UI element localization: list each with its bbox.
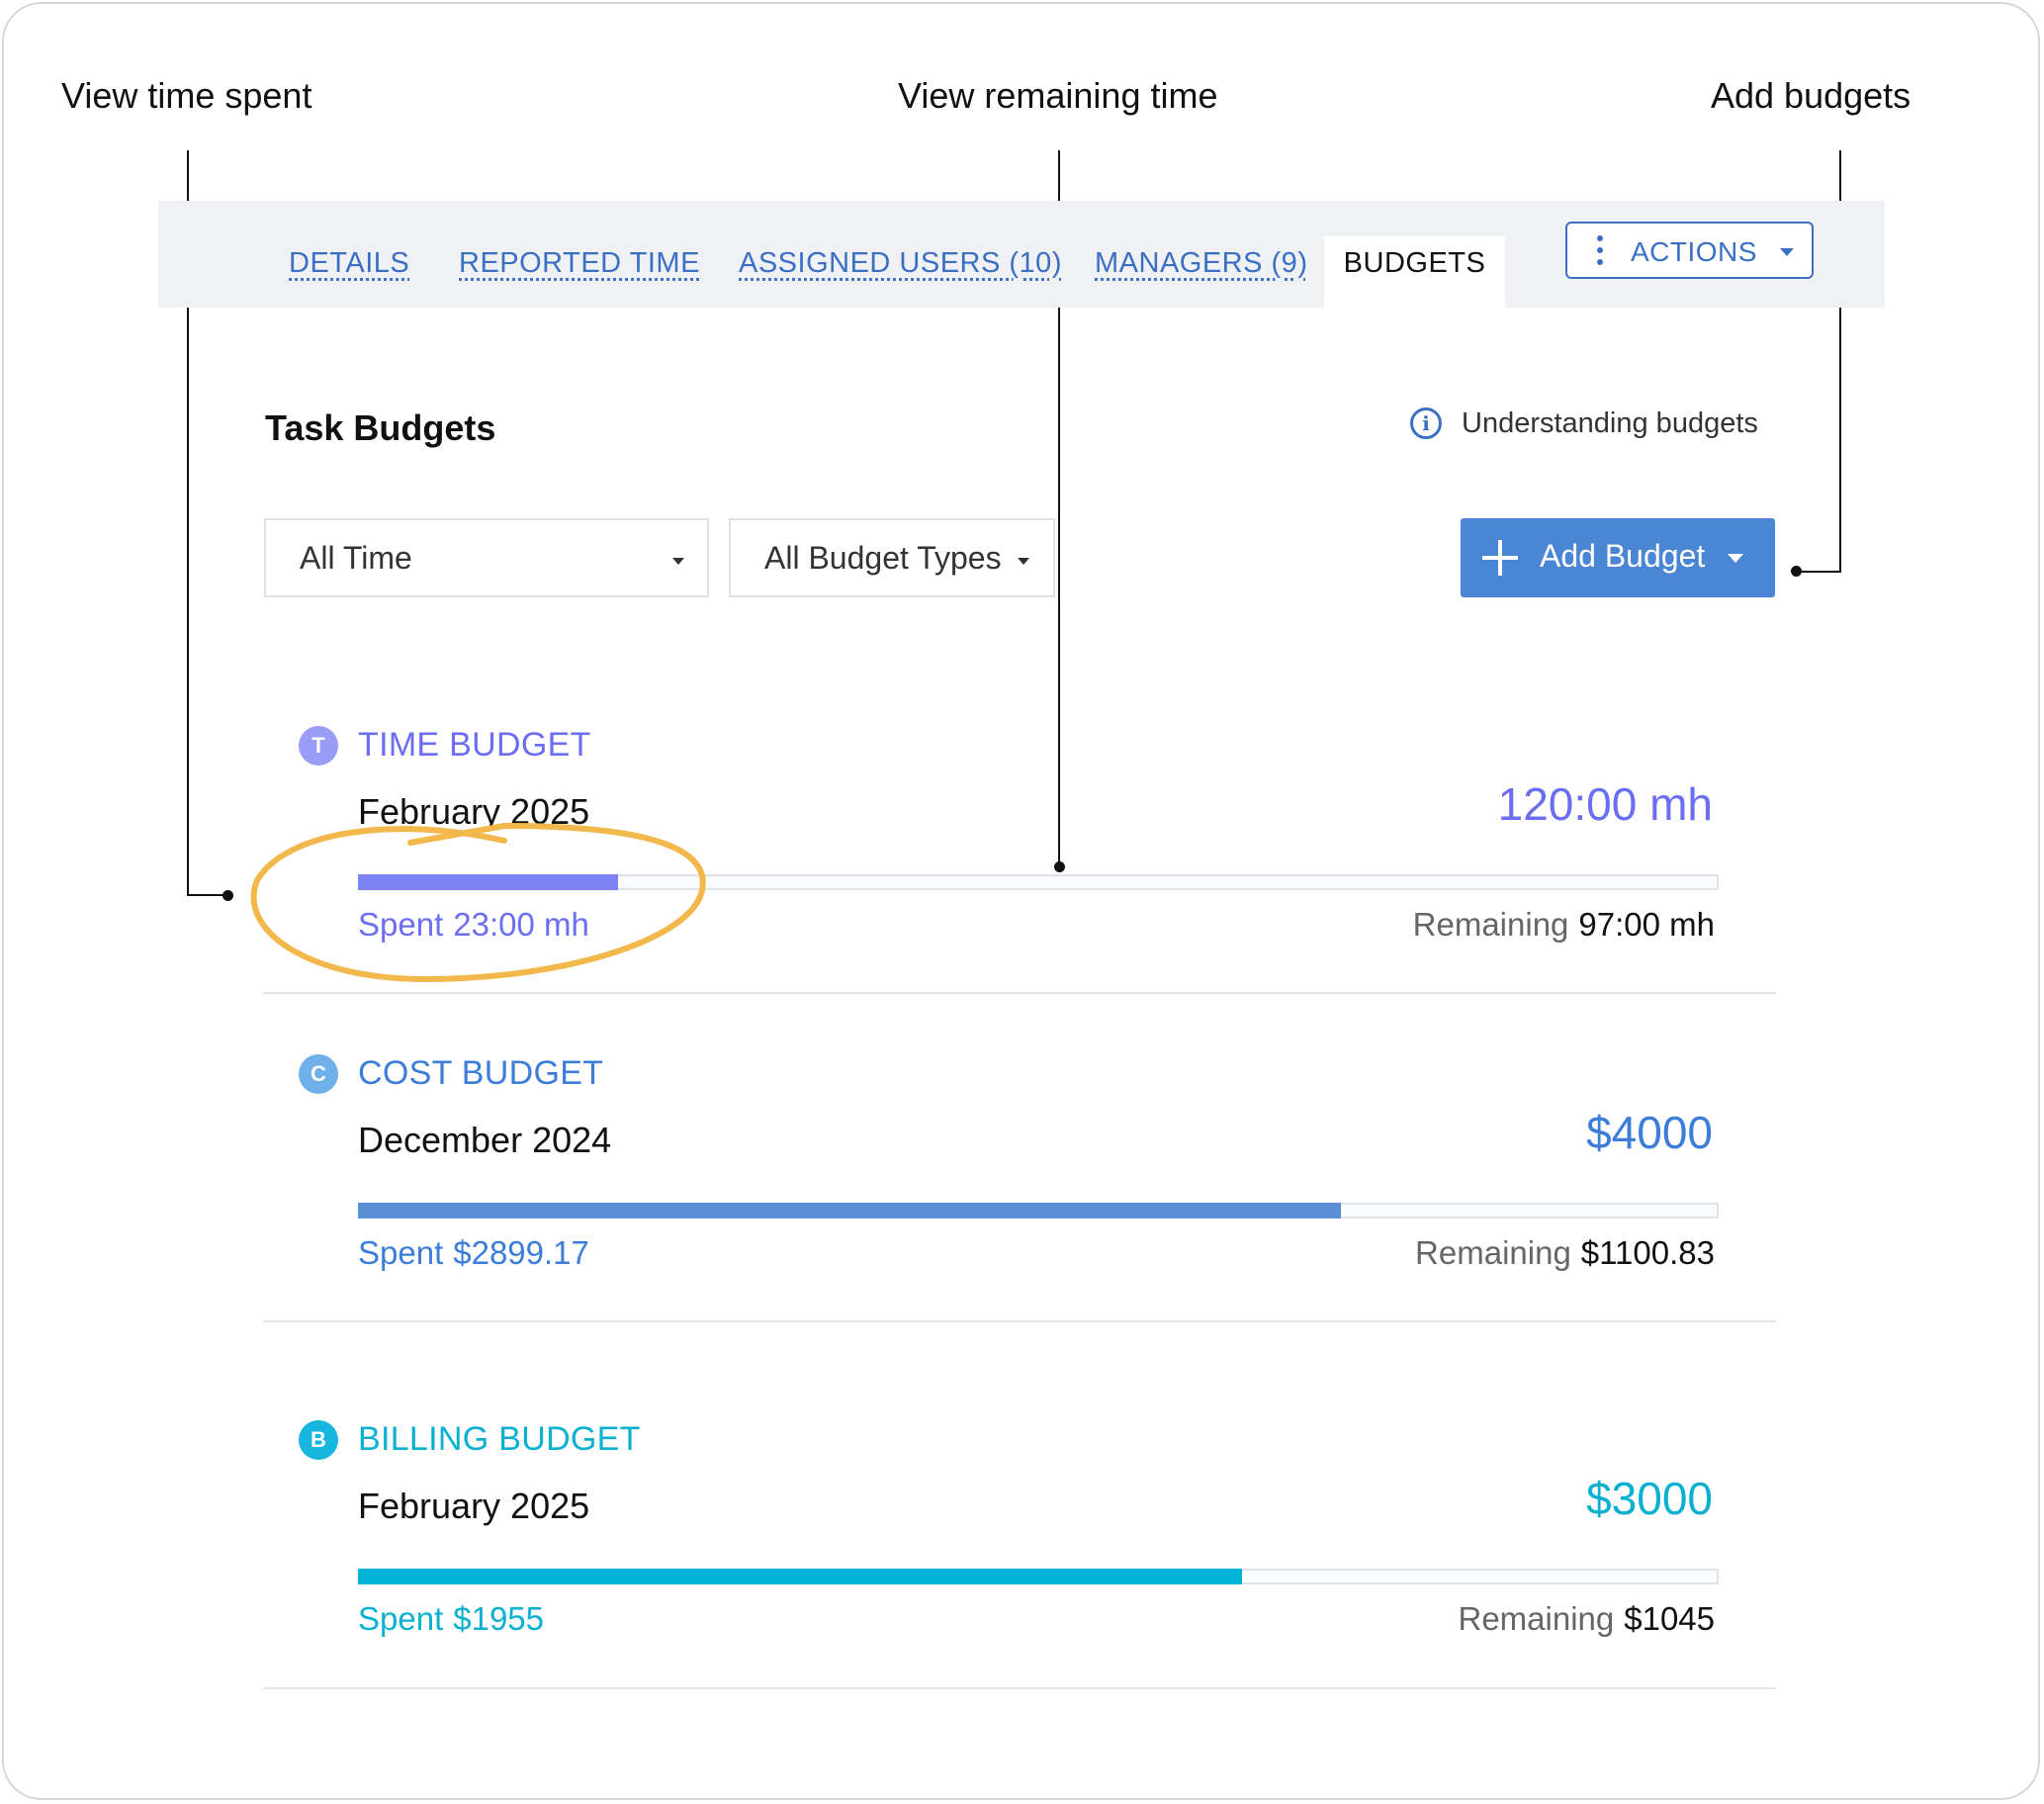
time-budget-badge: T — [299, 726, 338, 766]
remaining-label: Remaining — [1458, 1600, 1615, 1637]
budget-total: $3000 — [1586, 1473, 1713, 1524]
help-link-label: Understanding budgets — [1462, 407, 1758, 439]
budget-period: February 2025 — [358, 1486, 590, 1526]
remaining-value: 97:00 mh — [1578, 906, 1715, 943]
spent-value: $2899.17 — [453, 1234, 589, 1271]
annotation-line-add-h — [1796, 571, 1841, 573]
kebab-menu-icon — [1597, 235, 1605, 269]
budget-type: TIME BUDGET — [358, 726, 591, 764]
budget-progress-fill — [358, 1569, 1243, 1584]
spent-value: $1955 — [453, 1600, 545, 1637]
period-filter-select[interactable]: All Time — [264, 518, 709, 597]
chevron-down-icon — [672, 558, 684, 565]
budget-type: COST BUDGET — [358, 1054, 604, 1092]
chevron-down-icon — [1780, 248, 1794, 256]
budget-progress-fill — [358, 874, 618, 890]
tab-reported-time[interactable]: REPORTED TIME — [459, 247, 700, 280]
tab-managers[interactable]: MANAGERS (9) — [1095, 247, 1307, 280]
actions-label: ACTIONS — [1631, 236, 1757, 267]
page-title: Task Budgets — [265, 407, 496, 448]
chevron-down-icon — [1728, 554, 1743, 563]
remaining-value: $1045 — [1624, 1600, 1715, 1637]
budget-card-cost: C COST BUDGET December 2024 $4000 Spent $… — [263, 1054, 1776, 1351]
annotation-dot-add — [1791, 566, 1802, 577]
remaining-label: Remaining — [1412, 906, 1569, 943]
cost-budget-badge: C — [299, 1054, 338, 1094]
remaining-value: $1100.83 — [1580, 1234, 1715, 1271]
annotation-line-spent-h — [187, 894, 227, 896]
remaining-label: Remaining — [1415, 1234, 1571, 1271]
divider — [263, 992, 1776, 994]
budget-remaining: Remaining $1045 — [1458, 1600, 1715, 1638]
budget-progress-fill — [358, 1203, 1342, 1218]
annotation-add-budgets: Add budgets — [1711, 75, 1911, 116]
budget-progress-track — [358, 1203, 1719, 1218]
budget-total: $4000 — [1586, 1107, 1713, 1158]
plus-icon — [1482, 540, 1518, 576]
divider — [263, 1687, 1776, 1689]
budget-type-filter-value: All Budget Types — [764, 540, 1002, 576]
budget-period: February 2025 — [358, 791, 590, 832]
budget-remaining: Remaining $1100.83 — [1415, 1234, 1715, 1272]
tab-budgets[interactable]: BUDGETS — [1324, 247, 1505, 280]
budget-period: December 2024 — [358, 1120, 612, 1160]
spent-label: Spent — [358, 1234, 444, 1271]
spent-label: Spent — [358, 1600, 444, 1637]
spent-value: 23:00 mh — [453, 906, 589, 943]
budget-type: BILLING BUDGET — [358, 1420, 641, 1458]
divider — [263, 1320, 1776, 1322]
budget-card-time: T TIME BUDGET February 2025 120:00 mh Sp… — [263, 726, 1776, 1023]
info-icon: i — [1410, 407, 1442, 439]
budget-spent: Spent 23:00 mh — [358, 906, 589, 944]
tab-assigned-users[interactable]: ASSIGNED USERS (10) — [739, 247, 1062, 280]
billing-budget-badge: B — [299, 1420, 338, 1460]
budget-card-billing: B BILLING BUDGET February 2025 $3000 Spe… — [263, 1420, 1776, 1717]
budget-progress-track — [358, 1569, 1719, 1584]
budget-progress-track — [358, 874, 1719, 890]
add-budget-label: Add Budget — [1540, 538, 1706, 574]
budget-spent: Spent $1955 — [358, 1600, 544, 1638]
chevron-down-icon — [1018, 558, 1029, 565]
budget-total: 120:00 mh — [1497, 778, 1713, 830]
period-filter-value: All Time — [300, 540, 412, 576]
budget-type-filter-select[interactable]: All Budget Types — [729, 518, 1055, 597]
budget-remaining: Remaining 97:00 mh — [1413, 906, 1715, 944]
tab-details[interactable]: DETAILS — [289, 247, 409, 280]
annotation-time-spent: View time spent — [61, 75, 312, 116]
actions-button[interactable]: ACTIONS — [1565, 222, 1814, 279]
annotation-remaining-time: View remaining time — [898, 75, 1218, 116]
annotation-dot-spent — [222, 890, 233, 901]
budget-spent: Spent $2899.17 — [358, 1234, 589, 1272]
spent-label: Spent — [358, 906, 444, 943]
add-budget-button[interactable]: Add Budget — [1461, 518, 1775, 597]
